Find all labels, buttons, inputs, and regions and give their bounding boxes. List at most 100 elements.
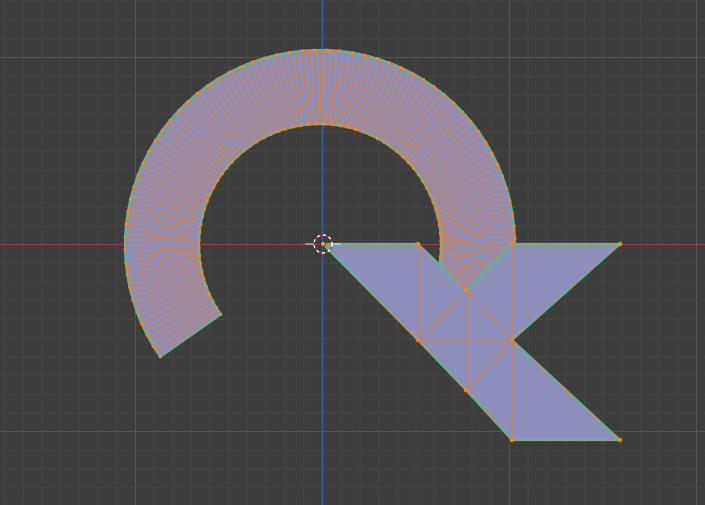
mesh-vertex	[300, 49, 304, 53]
mesh-vertex	[214, 306, 219, 310]
mesh-vertex	[153, 139, 157, 143]
mesh-vertex	[197, 254, 202, 258]
mesh-vertex	[197, 238, 201, 242]
mesh-vertex	[262, 56, 266, 60]
mesh-vertex	[617, 437, 623, 443]
mesh-vertex	[389, 145, 393, 149]
mesh-vertex	[469, 119, 473, 124]
mesh-vertex	[421, 179, 425, 183]
mesh-vertex	[431, 200, 435, 205]
mesh-vertex	[361, 130, 365, 134]
mesh-vertex	[230, 160, 234, 164]
mesh-vertex	[219, 312, 223, 317]
mesh-vertex	[477, 130, 481, 134]
mesh-vertex	[132, 185, 136, 189]
object-origin-icon	[320, 241, 326, 247]
mesh-vertex	[412, 166, 416, 170]
mesh-vertex	[415, 337, 421, 343]
mesh-vertex	[287, 50, 291, 55]
mesh-vertex	[227, 70, 231, 75]
mesh-vertex	[312, 48, 317, 52]
mesh-vertex	[432, 85, 436, 89]
mesh-vertex	[220, 172, 224, 176]
mesh-vertex	[145, 333, 149, 337]
mesh-vertex	[202, 207, 207, 211]
mesh-vertex	[250, 60, 254, 64]
mesh-vertex	[509, 437, 515, 443]
mesh-vertex	[509, 241, 515, 247]
mesh-vertex	[291, 125, 295, 129]
mesh-vertex	[275, 53, 279, 57]
3d-viewport[interactable]	[0, 0, 705, 505]
mesh-vertex	[151, 344, 155, 348]
mesh-vertex	[269, 132, 273, 137]
mesh-vertex	[314, 122, 319, 126]
mesh-vertex	[208, 192, 212, 196]
mesh-vertex	[350, 51, 355, 55]
mesh-vertex	[212, 185, 216, 189]
mesh-vertex	[406, 160, 411, 165]
mesh-vertex	[199, 222, 203, 226]
mesh-vertex	[375, 136, 379, 141]
mesh-vertex	[508, 199, 512, 203]
mesh-vertex	[141, 161, 145, 165]
mesh-vertex	[205, 199, 209, 204]
mesh-vertex	[439, 239, 443, 243]
mesh-vertex	[147, 150, 151, 154]
mesh-vertex	[496, 163, 500, 167]
mesh-vertex	[168, 118, 172, 122]
mesh-vertex	[410, 71, 414, 75]
mesh-vertex	[415, 241, 421, 247]
mesh-vertex	[375, 56, 379, 61]
mesh-vertex	[490, 151, 494, 155]
mesh-vertex	[248, 144, 252, 148]
mesh-vertex	[225, 165, 229, 170]
mesh-vertex	[126, 210, 130, 214]
mesh-vertex	[437, 223, 441, 227]
mesh-vertex	[124, 260, 128, 264]
mesh-vertex	[505, 186, 509, 191]
mesh-vertex	[160, 128, 164, 132]
mesh-vertex	[510, 211, 514, 215]
mesh-vertex	[395, 150, 399, 154]
mesh-vertex	[428, 193, 432, 197]
mesh-vertex	[421, 78, 425, 82]
mesh-vertex	[204, 284, 208, 289]
mesh-vertex	[125, 273, 129, 277]
mesh-vertex	[197, 246, 201, 250]
mesh-vertex	[307, 122, 311, 127]
mesh-vertex	[463, 287, 469, 293]
mesh-vertex	[131, 298, 135, 302]
mesh-vertex	[128, 285, 132, 290]
mesh-vertex	[238, 65, 243, 69]
mesh-vertex	[205, 84, 209, 88]
mesh-vertex	[207, 292, 211, 296]
mesh-vertex	[216, 77, 220, 81]
mesh-vertex	[158, 355, 162, 359]
mesh-vertex	[451, 101, 456, 105]
mesh-vertex	[382, 140, 386, 145]
mesh-vertex	[276, 129, 280, 134]
mesh-vertex	[512, 224, 516, 228]
mesh-vertex	[124, 222, 128, 226]
mesh-vertex	[236, 154, 240, 158]
mesh-vertex	[353, 127, 358, 131]
mesh-vertex	[299, 123, 303, 128]
mesh-vertex	[200, 269, 204, 273]
mesh-vertex	[434, 208, 438, 212]
mesh-vertex	[186, 100, 190, 104]
mesh-vertex	[139, 322, 144, 326]
mesh-vertex	[195, 91, 199, 96]
mesh-vertex	[463, 387, 469, 393]
mesh-vertex	[368, 133, 372, 137]
mesh-vertex	[211, 299, 215, 303]
mesh-vertex	[198, 230, 202, 234]
mesh-vertex	[436, 215, 440, 220]
mesh-vertex	[242, 149, 246, 153]
mesh-vertex	[200, 214, 204, 219]
mesh-vertex	[128, 197, 133, 201]
mesh-vertex	[513, 236, 517, 241]
mesh-vertex	[363, 53, 367, 57]
mesh-vertex	[438, 255, 443, 259]
mesh-vertex	[135, 310, 139, 314]
